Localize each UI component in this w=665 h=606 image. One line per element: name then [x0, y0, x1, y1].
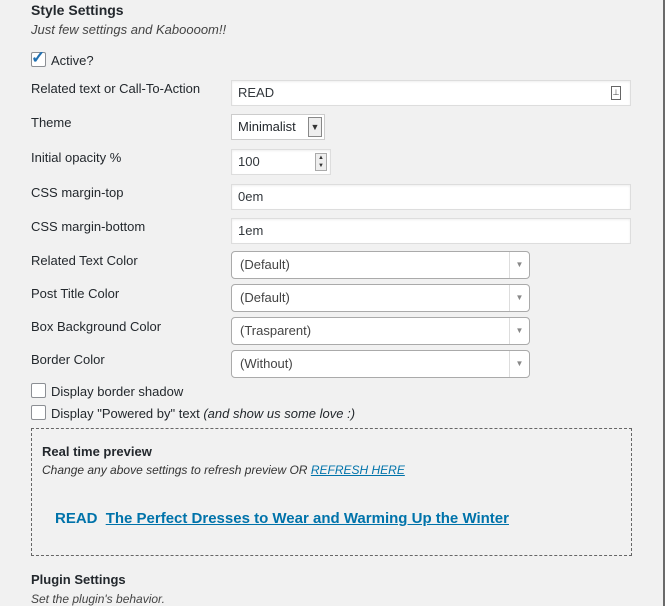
chevron-down-icon: ▼: [509, 351, 529, 377]
checkmark-icon: ✓: [31, 48, 46, 67]
border-shadow-checkbox[interactable]: [31, 383, 46, 398]
chevron-down-icon: ▼: [509, 318, 529, 344]
margin-top-value: 0em: [238, 189, 264, 204]
settings-panel: Style Settings Just few settings and Kab…: [0, 0, 665, 606]
theme-label: Theme: [31, 115, 72, 130]
preview-related-text: READ: [55, 510, 98, 527]
preview-description: Change any above settings to refresh pre…: [42, 463, 308, 477]
chevron-down-icon: ▼: [509, 252, 529, 278]
box-bg-color-label: Box Background Color: [31, 319, 162, 334]
related-text-label: Related text or Call-To-Action: [31, 81, 201, 96]
post-title-color-label: Post Title Color: [31, 286, 120, 301]
margin-bottom-value: 1em: [238, 223, 264, 238]
style-settings-heading: Style Settings: [31, 2, 124, 18]
box-bg-color-select[interactable]: (Trasparent) ▼: [231, 317, 530, 345]
border-shadow-label: Display border shadow: [51, 384, 184, 399]
related-text-value: READ: [238, 85, 275, 100]
powered-by-label: Display "Powered by" text (and show us s…: [51, 406, 355, 421]
stepper-down-icon[interactable]: ▼: [316, 162, 326, 170]
powered-by-checkbox[interactable]: [31, 405, 46, 420]
active-checkbox[interactable]: ✓: [31, 48, 46, 67]
style-settings-description: Just few settings and Kaboooom!!: [31, 22, 227, 37]
margin-top-label: CSS margin-top: [31, 185, 124, 200]
related-text-color-select[interactable]: (Default) ▼: [231, 251, 530, 279]
border-color-value: (Without): [240, 356, 293, 371]
related-text-color-label: Related Text Color: [31, 253, 138, 268]
margin-bottom-label: CSS margin-bottom: [31, 219, 146, 234]
powered-by-note: (and show us some love :): [203, 406, 356, 421]
chevron-down-icon: ▼: [308, 117, 322, 137]
theme-value: Minimalist: [238, 119, 296, 134]
plugin-settings-description: Set the plugin's behavior.: [31, 592, 165, 606]
opacity-input[interactable]: 100 ▲ ▼: [231, 149, 331, 175]
real-time-preview: Real time preview Change any above setti…: [31, 428, 632, 556]
border-color-select[interactable]: (Without) ▼: [231, 350, 530, 378]
stepper-up-icon[interactable]: ▲: [316, 154, 326, 162]
post-title-color-value: (Default): [240, 290, 290, 305]
preview-description-line: Change any above settings to refresh pre…: [42, 463, 405, 477]
chevron-down-icon: ▼: [509, 285, 529, 311]
active-label: Active?: [51, 53, 94, 68]
powered-by-text: Display "Powered by" text: [51, 406, 200, 421]
opacity-stepper[interactable]: ▲ ▼: [315, 153, 327, 171]
margin-top-input[interactable]: 0em: [231, 184, 631, 210]
preview-title: Real time preview: [42, 444, 152, 459]
opacity-label: Initial opacity %: [31, 150, 122, 165]
preview-related-post: READ The Perfect Dresses to Wear and War…: [55, 510, 509, 527]
margin-bottom-input[interactable]: 1em: [231, 218, 631, 244]
box-bg-color-value: (Trasparent): [240, 323, 312, 338]
related-text-input[interactable]: READ ⊥: [231, 80, 631, 106]
preview-post-title-link[interactable]: The Perfect Dresses to Wear and Warming …: [106, 510, 509, 527]
border-color-label: Border Color: [31, 352, 105, 367]
post-title-color-select[interactable]: (Default) ▼: [231, 284, 530, 312]
theme-select[interactable]: Minimalist ▼: [231, 114, 325, 140]
refresh-link[interactable]: REFRESH HERE: [311, 463, 405, 477]
related-text-color-value: (Default): [240, 257, 290, 272]
opacity-value: 100: [238, 154, 260, 169]
autofill-icon[interactable]: ⊥: [611, 86, 621, 100]
plugin-settings-heading: Plugin Settings: [31, 572, 126, 587]
